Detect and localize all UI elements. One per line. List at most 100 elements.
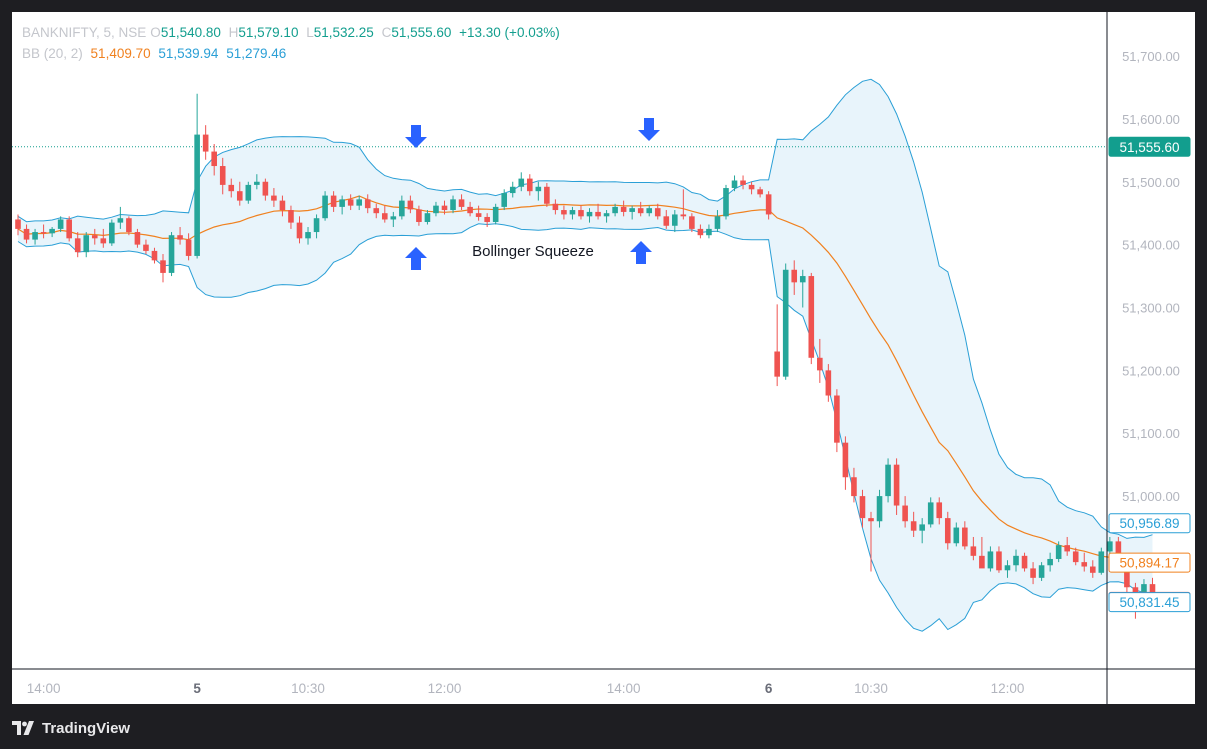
candle-body (143, 244, 149, 251)
candle-body (603, 213, 610, 217)
candle-body (851, 477, 857, 497)
candle-body (629, 208, 635, 212)
candle-body (228, 184, 235, 192)
bb-upper-value: 51,539.94 (158, 46, 219, 61)
bb-upper-price-label-text: 50,956.89 (1119, 516, 1179, 531)
candle-body (825, 370, 832, 396)
candle-body (672, 214, 678, 226)
bb-lower-price-label-text: 50,831.45 (1119, 595, 1179, 610)
candle-body (467, 206, 473, 214)
candle-body (364, 199, 371, 209)
candle-body (407, 200, 414, 210)
candle-body (637, 208, 644, 214)
time-axis[interactable]: 14:00 5 10:30 12:00 14:00 6 10:30 12:00 (12, 668, 1195, 696)
time-tick-label: 6 (765, 681, 773, 696)
candle (808, 272, 815, 365)
candle-body (910, 521, 917, 531)
candle (322, 191, 328, 221)
candle-body (842, 442, 849, 478)
candle-body (740, 180, 746, 185)
price-tick-label: 51,400.00 (1122, 238, 1180, 253)
tradingview-logo-icon (12, 721, 34, 735)
candle-body (1004, 565, 1011, 571)
candle-body (561, 210, 567, 215)
candle-body (612, 206, 618, 214)
candle-body (731, 180, 738, 189)
candle-body (134, 232, 141, 245)
candle (109, 219, 115, 246)
candle-body (791, 269, 798, 283)
candle-body (40, 232, 47, 234)
candle-body (339, 199, 345, 207)
candle-body (953, 527, 960, 544)
candle-body (595, 211, 601, 217)
legend-low: 51,532.25 (313, 25, 374, 40)
candle-body (245, 184, 252, 201)
candle-body (236, 191, 243, 201)
candle-body (1107, 541, 1113, 552)
price-tick-label: 51,700.00 (1122, 49, 1180, 64)
candle-body (620, 206, 627, 212)
candle-body (936, 502, 943, 519)
candle-body (748, 184, 755, 190)
candle-body (689, 216, 695, 229)
legend-symbol: BANKNIFTY, 5, NSE (22, 25, 147, 40)
candlestick-chart[interactable]: 51,700.00 51,600.00 51,500.00 51,400.00 51,3… (12, 12, 1195, 704)
candle-body (1081, 562, 1088, 567)
last-price-label: 51,555.60 (1108, 136, 1191, 157)
candle-body (885, 464, 891, 497)
candle (782, 263, 789, 380)
candle-body (185, 239, 192, 256)
candle-body (347, 199, 354, 206)
candle-body (288, 210, 294, 223)
candle-body (313, 218, 320, 233)
legend-open: 51,540.80 (160, 25, 221, 40)
candle-body (876, 496, 883, 522)
candle-body (262, 181, 269, 196)
candle-body (254, 181, 260, 185)
up-arrow-icon (405, 247, 427, 270)
chart-pane[interactable]: 51,700.00 51,600.00 51,500.00 51,400.00 51,3… (12, 12, 1195, 704)
candle-body (663, 216, 670, 226)
candle-body (697, 228, 704, 236)
candle-body (902, 505, 908, 522)
candle-body (168, 235, 175, 273)
candle-body (57, 219, 64, 229)
price-tick-label: 51,000.00 (1122, 489, 1180, 504)
candle-body (817, 357, 823, 371)
candle-body (66, 219, 72, 239)
candle-body (330, 195, 337, 207)
candle-body (706, 228, 712, 236)
legend-low-label: L (306, 25, 314, 40)
price-axis[interactable]: 51,700.00 51,600.00 51,500.00 51,400.00 51,3… (1106, 12, 1191, 704)
candle-body (202, 134, 209, 152)
candle-body (944, 518, 951, 544)
candle-body (501, 193, 508, 207)
candle (834, 389, 840, 453)
candle-body (569, 210, 576, 215)
candle-body (279, 200, 286, 211)
price-tick-label: 51,600.00 (1122, 112, 1180, 127)
candle-body (1055, 545, 1062, 559)
time-tick-label: 14:00 (607, 681, 641, 696)
candle (885, 458, 891, 503)
candle-body (808, 276, 815, 358)
up-arrow-icon (630, 241, 652, 264)
candle-body (1098, 551, 1105, 573)
bb-lower-value: 51,279.46 (226, 46, 287, 61)
candle (842, 436, 849, 490)
candle-body (109, 222, 115, 244)
candle-body (450, 199, 456, 211)
candle-body (962, 527, 968, 547)
ohlc-legend: BANKNIFTY, 5, NSE O51,540.80 H51,579.10 L… (22, 25, 564, 40)
time-tick-label: 10:30 (854, 681, 888, 696)
candle-body (578, 210, 584, 217)
candle-body (126, 218, 132, 233)
bb-basis-price-label-text: 50,894.17 (1119, 556, 1179, 571)
candle-body (509, 186, 516, 194)
candle-body (1064, 545, 1070, 552)
candle (66, 216, 72, 242)
legend-close-label: C (381, 25, 392, 40)
brand-name: TradingView (42, 719, 131, 737)
candle-body (893, 464, 900, 506)
